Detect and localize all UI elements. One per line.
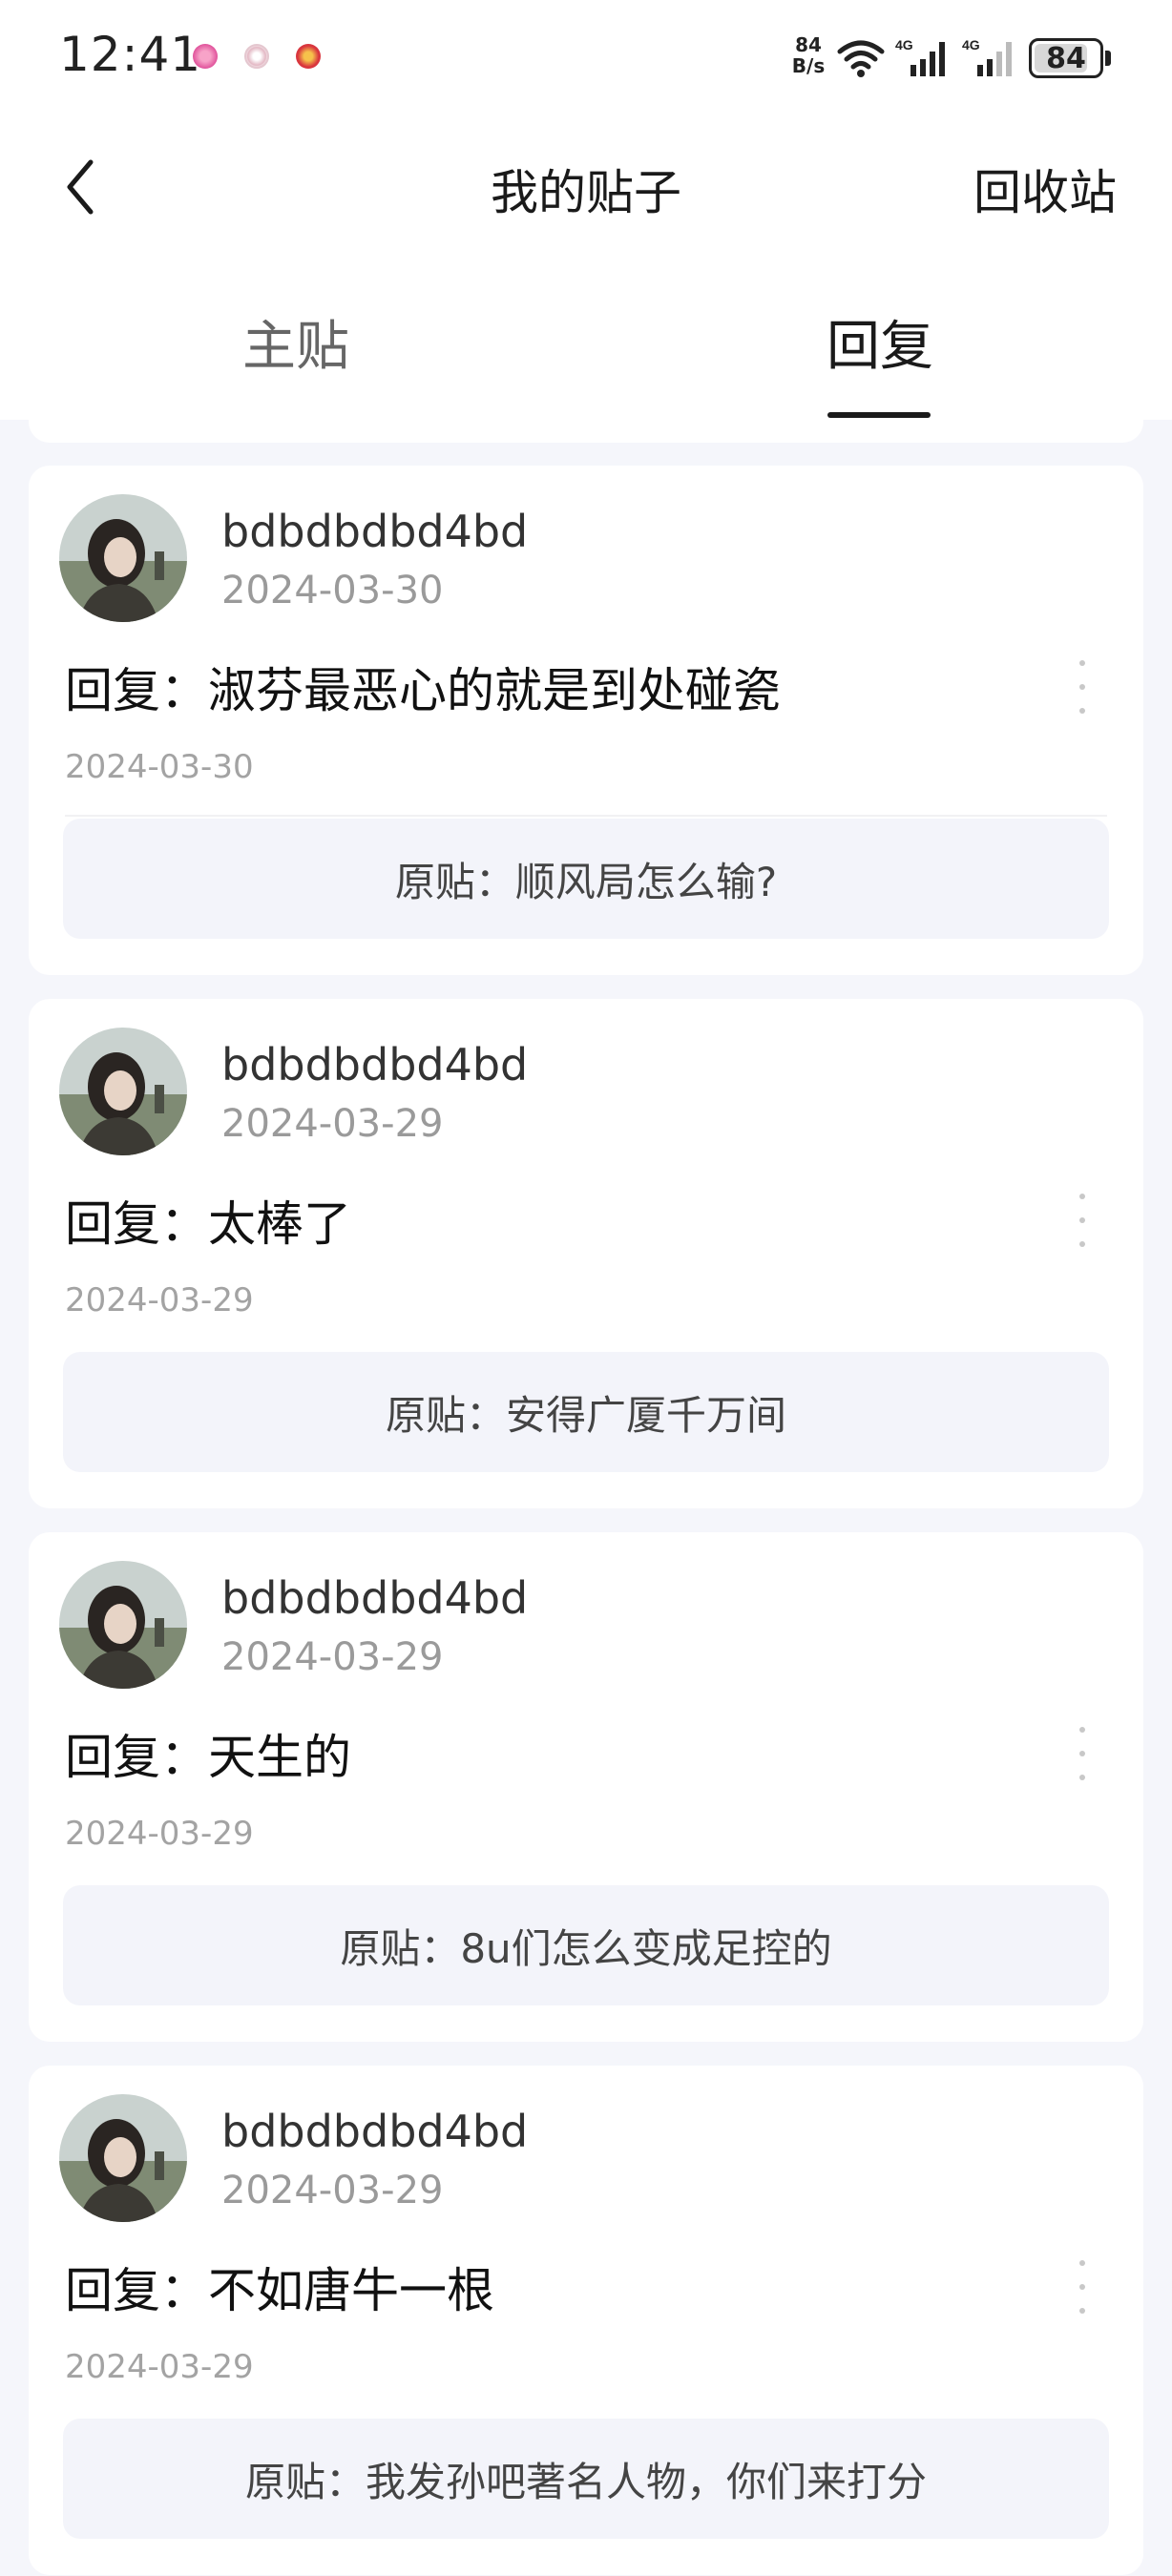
notification-app-icon xyxy=(193,44,218,69)
notification-app-icon xyxy=(296,44,321,69)
reply-text[interactable]: 回复：天生的 xyxy=(65,1719,351,1788)
reply-date: 2024-03-29 xyxy=(65,2348,254,2386)
reply-date: 2024-03-29 xyxy=(65,1281,254,1319)
avatar[interactable] xyxy=(59,2094,187,2222)
reply-card[interactable]: bdbdbdbd4bd 2024-03-30 回复：淑芬最恶心的就是到处碰瓷 2… xyxy=(29,466,1143,975)
reply-text[interactable]: 回复：太棒了 xyxy=(65,1186,351,1255)
avatar[interactable] xyxy=(59,1561,187,1689)
original-post-link[interactable]: 原贴：我发孙吧著名人物，你们来打分 xyxy=(63,2419,1109,2539)
username[interactable]: bdbdbdbd4bd xyxy=(221,1039,528,1091)
user-post-date: 2024-03-29 xyxy=(221,2169,444,2212)
more-options-icon[interactable] xyxy=(1065,1194,1099,1247)
divider xyxy=(65,815,1107,817)
status-bar: 12:41 84 B/s 4G 4G 84 xyxy=(0,0,1172,114)
avatar[interactable] xyxy=(59,494,187,622)
user-post-date: 2024-03-29 xyxy=(221,1635,444,1679)
original-post-link[interactable]: 原贴：安得广厦千万间 xyxy=(63,1352,1109,1472)
reply-text[interactable]: 回复：不如唐牛一根 xyxy=(65,2253,494,2321)
avatar[interactable] xyxy=(59,1028,187,1155)
cellular-signal-icon: 4G xyxy=(895,37,945,76)
notification-app-icon xyxy=(244,44,269,69)
svg-text:4G: 4G xyxy=(895,37,913,52)
original-post-link[interactable]: 原贴：8u们怎么变成足控的 xyxy=(63,1885,1109,2005)
user-post-date: 2024-03-29 xyxy=(221,1102,444,1146)
reply-date: 2024-03-29 xyxy=(65,1815,254,1853)
user-post-date: 2024-03-30 xyxy=(221,569,444,613)
reply-card[interactable]: bdbdbdbd4bd 2024-03-29 回复：天生的 2024-03-29… xyxy=(29,1532,1143,2042)
top-bar: 12:41 84 B/s 4G 4G 84 我的贴子 回收站 主贴 回复 xyxy=(0,0,1172,420)
active-tab-indicator xyxy=(827,412,931,418)
recycle-bin-button[interactable]: 回收站 xyxy=(973,155,1117,223)
more-options-icon[interactable] xyxy=(1065,2260,1099,2314)
reply-date: 2024-03-30 xyxy=(65,748,254,786)
username[interactable]: bdbdbdbd4bd xyxy=(221,2106,528,2157)
tab-main-posts[interactable]: 主贴 xyxy=(242,303,349,381)
reply-text[interactable]: 回复：淑芬最恶心的就是到处碰瓷 xyxy=(65,653,781,721)
previous-card-edge xyxy=(29,420,1143,443)
battery-indicator: 84 xyxy=(1029,38,1103,78)
cellular-signal-icon: 4G xyxy=(962,37,1012,76)
status-time: 12:41 xyxy=(59,27,202,82)
reply-card[interactable]: bdbdbdbd4bd 2024-03-29 回复：太棒了 2024-03-29… xyxy=(29,999,1143,1508)
wifi-icon xyxy=(837,40,885,77)
svg-text:4G: 4G xyxy=(962,37,980,52)
more-options-icon[interactable] xyxy=(1065,1727,1099,1780)
tab-replies[interactable]: 回复 xyxy=(827,303,933,381)
username[interactable]: bdbdbdbd4bd xyxy=(221,1572,528,1624)
reply-card[interactable]: bdbdbdbd4bd 2024-03-29 回复：不如唐牛一根 2024-03… xyxy=(29,2066,1143,2575)
username[interactable]: bdbdbdbd4bd xyxy=(221,506,528,557)
more-options-icon[interactable] xyxy=(1065,660,1099,714)
network-speed: 84 B/s xyxy=(791,33,826,77)
battery-cap xyxy=(1105,51,1111,66)
original-post-link[interactable]: 原贴：顺风局怎么输? xyxy=(63,819,1109,939)
